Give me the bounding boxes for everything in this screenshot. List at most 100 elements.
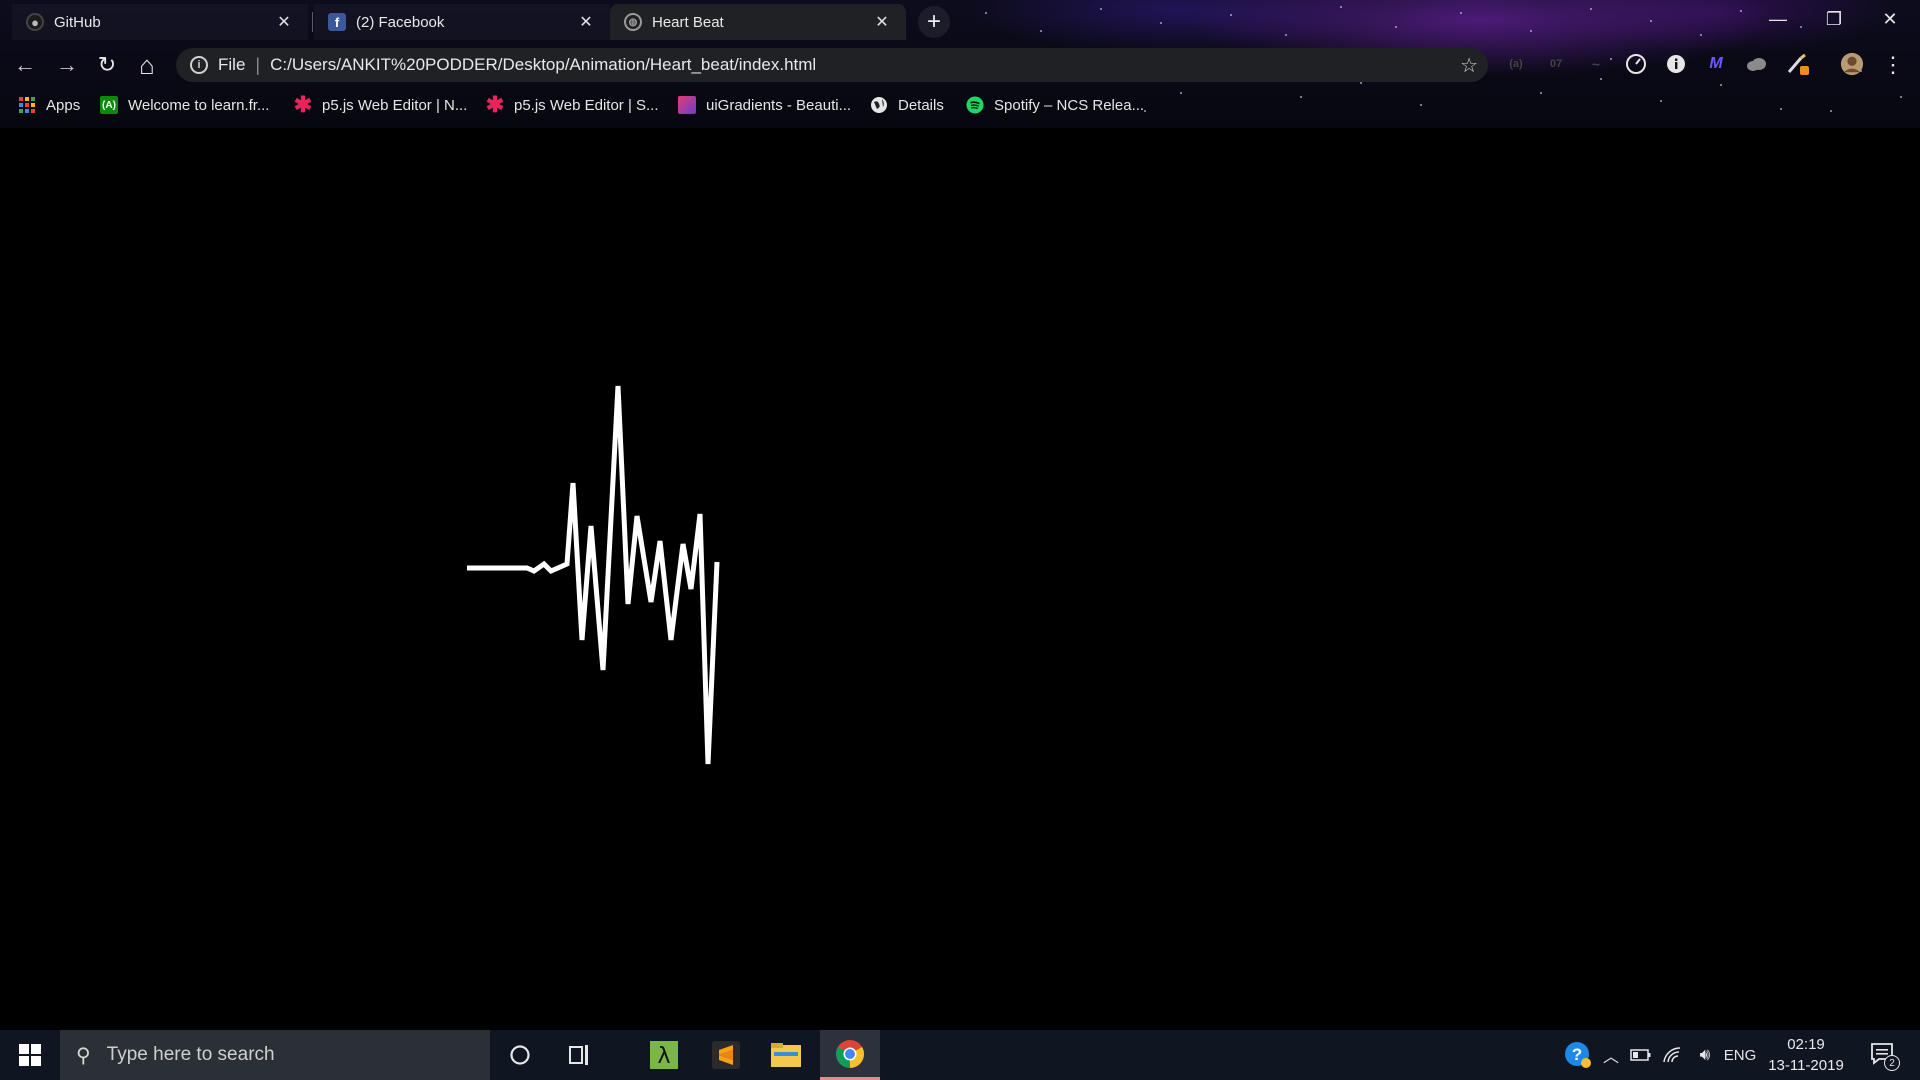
cortana-button[interactable] <box>490 1030 550 1080</box>
tab-separator <box>312 12 313 32</box>
bookmark-label: Spotify – NCS Relea... <box>994 96 1145 114</box>
heartbeat-line <box>467 385 720 765</box>
minimize-button[interactable]: — <box>1750 0 1806 38</box>
page-content <box>0 128 1920 1030</box>
close-tab-icon[interactable]: ✕ <box>576 12 596 32</box>
task-view-icon <box>569 1045 588 1065</box>
taskbar-search[interactable]: ⚲ Type here to search <box>60 1030 490 1080</box>
bookmark-uigradients[interactable]: uiGradients - Beauti... <box>678 93 851 117</box>
menu-button[interactable]: ⋮ <box>1876 48 1910 82</box>
svg-text:λ: λ <box>657 1044 670 1069</box>
back-button[interactable]: ← <box>8 48 42 82</box>
show-hidden-icons-button[interactable]: ︿ <box>1598 1030 1624 1080</box>
close-window-button[interactable]: ✕ <box>1862 0 1918 38</box>
bookmark-label: uiGradients - Beauti... <box>706 96 852 114</box>
start-button[interactable] <box>0 1030 60 1080</box>
bookmark-p5js-1[interactable]: ✱ p5.js Web Editor | N... <box>293 92 468 117</box>
reload-button[interactable]: ↻ <box>90 48 124 82</box>
address-bar[interactable]: i File | C:/Users/ANKIT%20PODDER/Desktop… <box>176 48 1488 82</box>
input-language[interactable]: ENG <box>1722 1030 1758 1080</box>
cloud-icon[interactable] <box>1744 52 1768 76</box>
globe-icon: ◍ <box>624 13 642 31</box>
browser-frame: ● GitHub ✕ f (2) Facebook ✕ ◍ Heart Beat… <box>0 0 1920 128</box>
bookmark-label: p5.js Web Editor | N... <box>322 96 468 114</box>
battery-icon <box>1630 1049 1651 1061</box>
wifi-icon <box>1663 1047 1681 1063</box>
heartbeat-canvas <box>467 385 720 765</box>
url-text: C:/Users/ANKIT%20PODDER/Desktop/Animatio… <box>270 55 817 74</box>
restore-button[interactable]: ❐ <box>1806 0 1862 38</box>
bookmark-details[interactable]: Details <box>870 93 944 117</box>
bookmarks-bar: Apps (A) Welcome to learn.fr... ✱ p5.js … <box>0 90 1920 120</box>
action-center-button[interactable]: 2 <box>1864 1030 1904 1080</box>
cortana-circle-icon <box>510 1045 530 1065</box>
volume-tray-icon[interactable]: 🔊︎ <box>1690 1030 1720 1080</box>
sublime-text-icon <box>712 1041 740 1069</box>
taskbar-file-explorer[interactable] <box>756 1030 816 1080</box>
bookmark-p5js-2[interactable]: ✱ p5.js Web Editor | S... <box>486 92 659 117</box>
kebab-menu-icon: ⋮ <box>1882 52 1904 77</box>
taskbar-chrome[interactable] <box>820 1030 880 1080</box>
tab-heart-beat[interactable]: ◍ Heart Beat ✕ <box>610 4 906 40</box>
minimize-icon: — <box>1769 8 1787 29</box>
help-tray-icon[interactable]: ? <box>1560 1030 1596 1080</box>
apps-grid-icon <box>18 96 36 114</box>
facebook-icon: f <box>328 13 346 31</box>
bookmark-label: Details <box>898 96 944 114</box>
github-icon: ● <box>26 13 44 31</box>
tab-github[interactable]: ● GitHub ✕ <box>12 4 308 40</box>
bookmark-learn[interactable]: (A) Welcome to learn.fr... <box>100 93 269 117</box>
speed-gauge-icon[interactable] <box>1624 52 1648 76</box>
new-tab-button[interactable]: + <box>918 6 950 38</box>
browser-toolbar: ← → ↻ ⌂ i File | C:/Users/ANKIT%20PODDER… <box>0 44 1920 86</box>
folder-icon <box>771 1043 801 1067</box>
home-button[interactable]: ⌂ <box>130 48 164 82</box>
learn-icon: (A) <box>100 96 118 114</box>
extension-faded-icon[interactable]: (a) <box>1504 52 1528 76</box>
restore-icon: ❐ <box>1825 8 1843 29</box>
info-icon[interactable]: i <box>190 56 208 74</box>
uigradients-icon <box>678 96 696 114</box>
wifi-tray-icon[interactable] <box>1658 1030 1688 1080</box>
extension-faded-icon[interactable]: 07 <box>1544 52 1568 76</box>
color-picker-icon[interactable] <box>1786 52 1810 76</box>
url-divider: | <box>255 54 261 75</box>
tab-title: (2) Facebook <box>356 13 445 31</box>
profile-avatar[interactable] <box>1840 52 1864 76</box>
extension-m-icon[interactable]: M <box>1704 52 1728 76</box>
forward-button[interactable]: → <box>50 48 84 82</box>
chrome-icon <box>836 1039 864 1068</box>
tab-title: Heart Beat <box>652 13 724 31</box>
plus-icon: + <box>926 8 941 35</box>
clock[interactable]: 02:19 13-11-2019 <box>1758 1034 1854 1076</box>
close-icon: ✕ <box>1882 8 1898 29</box>
taskbar-app-lambda[interactable]: λ <box>634 1030 694 1080</box>
tab-facebook[interactable]: f (2) Facebook ✕ <box>314 4 610 40</box>
windows-logo-icon <box>19 1044 41 1066</box>
bookmark-label: Welcome to learn.fr... <box>128 96 270 114</box>
notification-count-badge: 2 <box>1884 1055 1900 1071</box>
p5js-asterisk-icon: ✱ <box>293 92 313 117</box>
chevron-up-icon: ︿ <box>1602 1049 1619 1066</box>
info-circle-icon[interactable] <box>1664 52 1688 76</box>
bookmark-spotify[interactable]: Spotify – NCS Relea... <box>966 93 1144 117</box>
battery-tray-icon[interactable] <box>1626 1030 1656 1080</box>
lambda-app-icon: λ <box>650 1041 678 1069</box>
screen: ● GitHub ✕ f (2) Facebook ✕ ◍ Heart Beat… <box>0 0 1920 1080</box>
home-icon: ⌂ <box>139 49 155 80</box>
task-view-button[interactable] <box>550 1030 610 1080</box>
bookmark-star-icon[interactable]: ☆ <box>1460 53 1478 78</box>
url-scheme: File <box>218 55 246 74</box>
bookmark-label: Apps <box>46 96 81 114</box>
reload-icon: ↻ <box>97 52 117 77</box>
speaker-icon: 🔊︎ <box>1699 1045 1711 1064</box>
taskbar-app-sublime[interactable] <box>696 1030 756 1080</box>
arrow-right-icon: → <box>56 52 78 77</box>
help-icon: ? <box>1565 1042 1591 1068</box>
close-tab-icon[interactable]: ✕ <box>872 12 892 32</box>
extension-faded-icon[interactable]: ~ <box>1584 52 1608 76</box>
bookmark-apps[interactable]: Apps <box>18 93 80 117</box>
close-tab-icon[interactable]: ✕ <box>274 12 294 32</box>
search-icon: ⚲ <box>76 1044 91 1067</box>
arrow-left-icon: ← <box>14 52 36 77</box>
